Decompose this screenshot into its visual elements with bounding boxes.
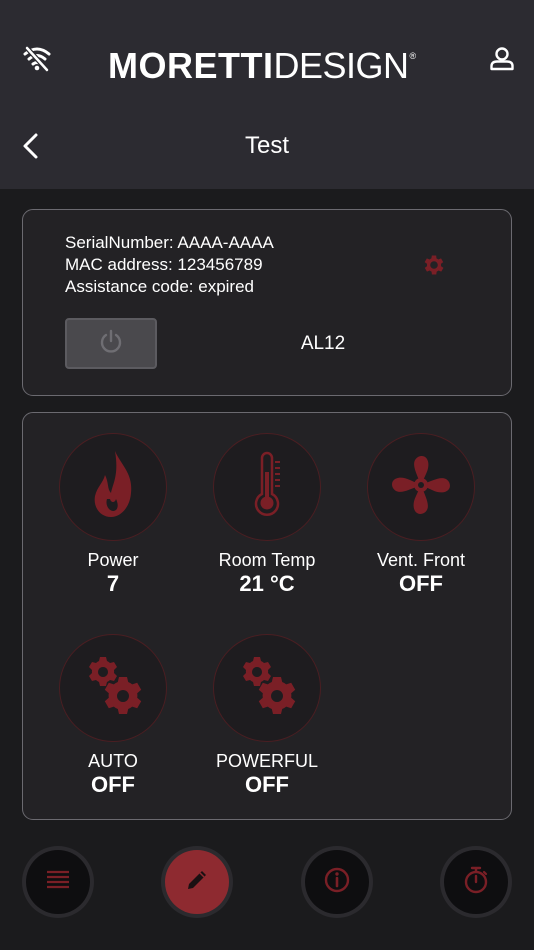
control-auto-value: OFF <box>91 772 135 797</box>
control-powerful-button[interactable] <box>213 634 321 742</box>
gears-icon <box>234 653 300 724</box>
device-info-text: SerialNumber: AAAA-AAAA MAC address: 123… <box>65 232 274 298</box>
control-power-label: Power <box>87 550 139 570</box>
timer-icon <box>462 865 490 900</box>
power-button[interactable] <box>65 318 157 369</box>
brand-registered: ® <box>409 51 417 61</box>
control-auto[interactable]: AUTO OFF <box>48 634 178 798</box>
control-auto-button[interactable] <box>59 634 167 742</box>
list-icon <box>45 869 71 896</box>
gear-icon[interactable] <box>421 252 447 278</box>
assistance-code: Assistance code: expired <box>65 277 254 296</box>
bottom-nav-info[interactable] <box>301 846 373 918</box>
control-vent-front-label: Vent. Front <box>376 550 466 570</box>
mac-address: MAC address: 123456789 <box>65 255 263 274</box>
control-power[interactable]: Power 7 <box>48 433 178 597</box>
control-room-temp-value: 21 °C <box>239 571 295 596</box>
control-power-button[interactable] <box>59 433 167 541</box>
control-powerful[interactable]: POWERFUL OFF <box>202 634 332 798</box>
control-room-temp-label: Room Temp <box>218 550 316 570</box>
info-icon <box>323 866 351 899</box>
control-powerful-value: OFF <box>245 772 289 797</box>
control-vent-front-button[interactable] <box>367 433 475 541</box>
flame-icon <box>85 449 141 526</box>
bottom-nav-list[interactable] <box>22 846 94 918</box>
user-icon[interactable] <box>489 46 515 72</box>
controls-card: Power 7 Room Temp 21 °C Vent. Front OFF … <box>22 412 512 820</box>
device-model: AL12 <box>300 333 346 354</box>
fan-icon <box>388 452 454 523</box>
bottom-nav-edit[interactable] <box>161 846 233 918</box>
brand-light: DESIGN <box>273 45 409 86</box>
power-icon <box>97 327 125 360</box>
control-room-temp[interactable]: Room Temp 21 °C <box>202 433 332 597</box>
device-info-card: SerialNumber: AAAA-AAAA MAC address: 123… <box>22 209 512 396</box>
app-header: MORETTI DESIGN ® Test <box>0 0 534 189</box>
control-room-temp-button[interactable] <box>213 433 321 541</box>
serial-number: SerialNumber: AAAA-AAAA <box>65 233 274 252</box>
control-power-value: 7 <box>106 571 120 596</box>
gears-icon <box>80 653 146 724</box>
page-title: Test <box>244 132 289 159</box>
thermometer-icon <box>247 450 287 525</box>
brand-strong: MORETTI <box>108 45 274 86</box>
control-powerful-label: POWERFUL <box>215 751 318 771</box>
bottom-nav-timer[interactable] <box>440 846 512 918</box>
brand-logo: MORETTI DESIGN ® <box>108 48 417 84</box>
control-auto-label: AUTO <box>88 751 138 771</box>
pencil-icon <box>184 867 210 898</box>
control-vent-front[interactable]: Vent. Front OFF <box>356 433 486 597</box>
control-vent-front-value: OFF <box>399 571 443 596</box>
wifi-off-icon[interactable] <box>22 44 52 72</box>
